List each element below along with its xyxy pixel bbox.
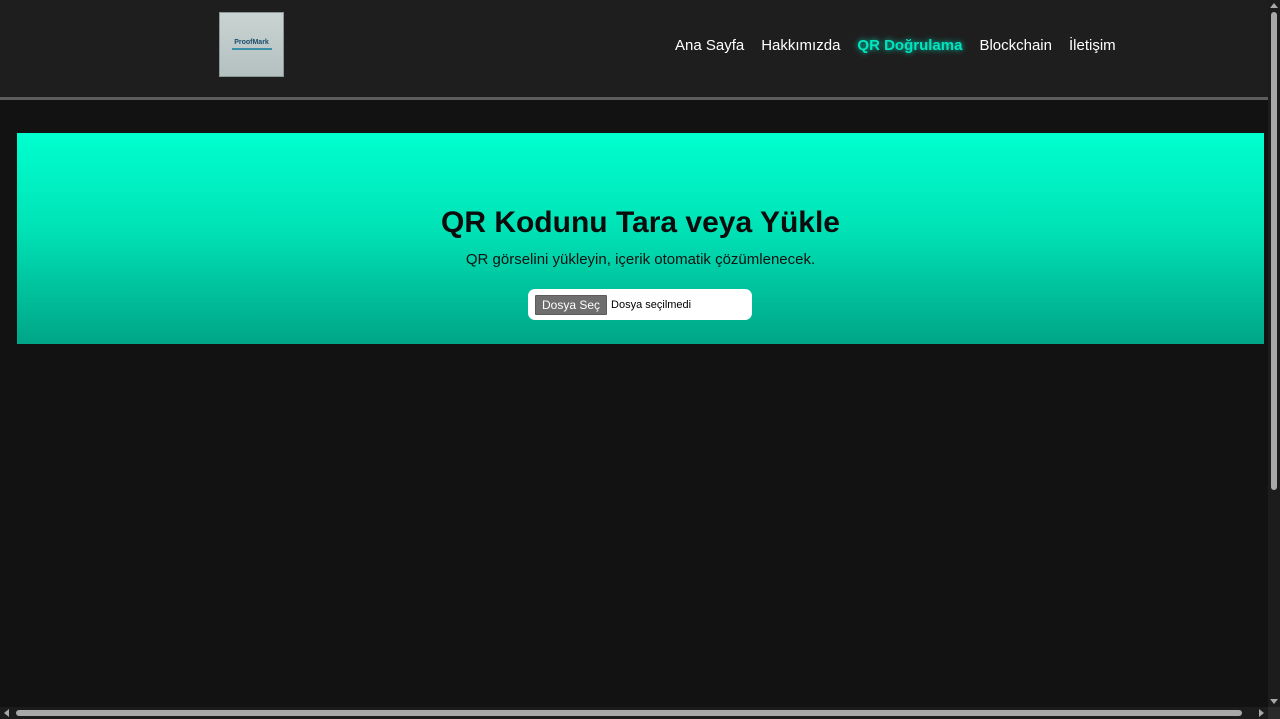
hero-subtitle: QR görselini yükleyin, içerik otomatik ç… [465,251,816,268]
vertical-scroll-thumb[interactable] [1271,12,1277,490]
vertical-scrollbar[interactable] [1268,0,1280,707]
nav-link-home[interactable]: Ana Sayfa [675,37,744,54]
file-status-label: Dosya seçilmedi [611,298,692,311]
site-header: ProofMark Ana Sayfa Hakkımızda QR Doğrul… [0,0,1268,100]
scroll-left-arrow-icon[interactable] [4,709,9,717]
logo-text: ProofMark [234,39,269,46]
scroll-right-arrow-icon[interactable] [1259,709,1264,717]
logo-underline [231,48,272,50]
nav-link-qr-verification[interactable]: QR Doğrulama [857,37,962,54]
scrollbar-corner [1268,707,1280,719]
nav-link-contact[interactable]: İletişim [1069,37,1116,54]
file-input[interactable]: Dosya Seç Dosya seçilmedi [528,289,752,320]
site-logo[interactable]: ProofMark [219,12,284,77]
scroll-down-arrow-icon[interactable] [1270,699,1278,704]
choose-file-button[interactable]: Dosya Seç [535,294,608,315]
horizontal-scroll-thumb[interactable] [16,710,1242,716]
nav-link-blockchain[interactable]: Blockchain [979,37,1052,54]
hero-title: QR Kodunu Tara veya Yükle [440,206,840,239]
main-nav: Ana Sayfa Hakkımızda QR Doğrulama Blockc… [675,37,1116,54]
nav-link-about[interactable]: Hakkımızda [761,37,840,54]
qr-upload-hero: QR Kodunu Tara veya Yükle QR görselini y… [17,133,1264,344]
horizontal-scrollbar[interactable] [0,707,1268,719]
scroll-up-arrow-icon[interactable] [1270,3,1278,8]
